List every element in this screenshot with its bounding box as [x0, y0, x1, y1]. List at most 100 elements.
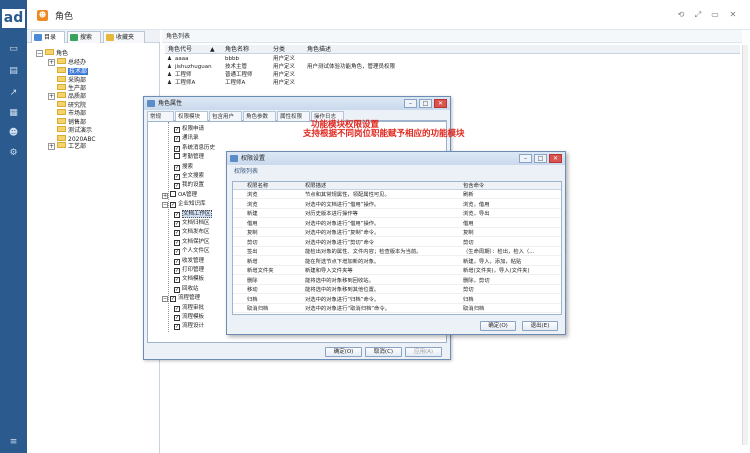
permission-node[interactable]: 文档归档区: [174, 219, 210, 227]
checkbox[interactable]: [174, 183, 180, 190]
ok-button[interactable]: 确定(O): [325, 347, 362, 357]
column-header-name[interactable]: 角色名称: [225, 45, 249, 54]
permission-node[interactable]: 个人文件区: [174, 247, 210, 256]
permission-row[interactable]: 删除 能将选中的对象移到回收站。 删除，剪切: [233, 277, 561, 285]
cancel-button[interactable]: 取消(C): [365, 347, 402, 357]
users-icon[interactable]: ☻: [7, 128, 20, 139]
table-row[interactable]: ♟ 工程师A 工程师A 用户定义: [165, 79, 740, 87]
permission-node[interactable]: 全文搜索: [174, 172, 204, 180]
checkbox[interactable]: [174, 221, 180, 227]
permission-row[interactable]: 取消归档 对选中的对象进行“取消归档”命令。 取消归档: [233, 305, 561, 313]
menu-icon[interactable]: ≡: [7, 437, 20, 448]
permission-node[interactable]: 搜索: [174, 163, 193, 171]
permission-node[interactable]: 文档发布区: [174, 228, 210, 237]
refresh-icon[interactable]: ⟲: [675, 9, 687, 21]
permission-row[interactable]: 复制 对选中的对象进行“复制”命令。 复制: [233, 229, 561, 237]
table-row[interactable]: ♟ 工程师 普通工程师 用户定义: [165, 71, 740, 79]
permission-node[interactable]: 流程审批: [174, 304, 204, 312]
checkbox[interactable]: [170, 190, 176, 197]
checkbox[interactable]: [174, 211, 180, 218]
checkbox[interactable]: [170, 202, 176, 209]
tab-0[interactable]: 常规: [147, 111, 174, 121]
gear-icon[interactable]: ⚙: [7, 148, 20, 159]
restore-icon[interactable]: ⤢: [692, 9, 704, 21]
vertical-scrollbar[interactable]: [742, 45, 748, 445]
maximize-icon[interactable]: ▭: [709, 9, 721, 21]
checkbox[interactable]: [174, 277, 180, 284]
permission-node[interactable]: 我的设置: [174, 181, 204, 190]
permission-node[interactable]: 流程模板: [174, 313, 204, 321]
checkbox[interactable]: [174, 258, 180, 265]
document-icon[interactable]: ▦: [7, 108, 20, 119]
tab-1[interactable]: 权限模块: [175, 111, 208, 121]
permission-node[interactable]: 系统消息历史: [174, 144, 215, 152]
checkbox[interactable]: [174, 249, 180, 256]
apply-button[interactable]: 应用(A): [405, 347, 442, 357]
checkbox[interactable]: [174, 174, 180, 180]
column-header-permission-desc[interactable]: 权限描述: [305, 182, 326, 190]
column-header-code[interactable]: 角色代号: [168, 45, 192, 54]
permission-node[interactable]: 打印管理: [174, 266, 204, 274]
close-button[interactable]: ✕: [549, 154, 562, 163]
permission-row[interactable]: 归档 对选中的对象进行“归档”命令。 归档: [233, 296, 561, 304]
exit-button[interactable]: 退出(E): [522, 321, 558, 331]
checkbox[interactable]: [174, 230, 180, 237]
book-icon[interactable]: ▤: [7, 66, 20, 77]
tree-root[interactable]: − 角色: [36, 49, 68, 58]
expand-toggle[interactable]: +: [48, 92, 55, 100]
monitor-icon[interactable]: ▭: [7, 44, 20, 55]
checkbox[interactable]: [174, 127, 180, 133]
table-row[interactable]: ♟ jishuzhuguan 技术主管 用户定义 用户测试体验功能角色，管理员权限: [165, 63, 740, 71]
permission-row[interactable]: 浏览 对选中的文档进行“借用”操作。 浏览，借用: [233, 201, 561, 209]
checkbox[interactable]: [174, 153, 180, 160]
tab-favorites[interactable]: 收藏夹: [103, 31, 145, 43]
permission-row[interactable]: 新增文件夹 新建和导入文件夹等 新增(文件夹)，导入(文件夹): [233, 267, 561, 275]
tab-3[interactable]: 角色参数: [243, 111, 276, 121]
tab-search[interactable]: 搜索: [67, 31, 101, 43]
checkbox[interactable]: [174, 239, 180, 246]
permission-row[interactable]: 签出 能检出对象的属性、文件内容；检查版本为当前。 （生命周期）：检出，检入（...: [233, 248, 561, 256]
chart-icon[interactable]: ↗: [7, 88, 20, 99]
permission-node[interactable]: 通讯录: [174, 134, 199, 143]
maximize-button[interactable]: □: [534, 154, 547, 163]
expand-toggle[interactable]: +: [48, 59, 55, 66]
close-icon[interactable]: ✕: [727, 9, 739, 21]
checkbox[interactable]: [174, 305, 180, 312]
permission-node[interactable]: 文档模板: [174, 275, 204, 284]
permission-row[interactable]: 借用 对选中的对象进行“借用”操作。 借用: [233, 220, 561, 228]
minimize-button[interactable]: –: [404, 99, 417, 108]
table-row[interactable]: ♟ aaaa bbbb 用户定义: [165, 55, 740, 63]
column-header-description[interactable]: 角色描述: [307, 45, 331, 54]
tree-item[interactable]: + 工艺部: [48, 142, 86, 151]
tab-directory[interactable]: 目录: [31, 31, 65, 43]
permission-node[interactable]: 回收站: [174, 285, 199, 293]
checkbox[interactable]: [174, 268, 180, 274]
permission-node[interactable]: 权限申请: [174, 125, 204, 133]
permission-row[interactable]: 移动 能将选中的对象移到其他位置。 剪切: [233, 286, 561, 294]
permission-node[interactable]: 文档保护区: [174, 238, 210, 246]
maximize-button[interactable]: □: [419, 99, 432, 108]
permission-node[interactable]: 流程设计: [174, 322, 204, 331]
column-header-commands[interactable]: 包含命令: [463, 182, 484, 190]
permission-row[interactable]: 新建 对历史版本进行操作等 浏览，导出: [233, 210, 561, 218]
minimize-button[interactable]: –: [519, 154, 532, 163]
checkbox[interactable]: [174, 136, 180, 143]
ok-button[interactable]: 确定(O): [480, 321, 516, 331]
close-button[interactable]: ✕: [434, 99, 447, 108]
permission-row[interactable]: 新增 能在所选节点下增加新的对象。 新建，导入，添加，粘贴: [233, 258, 561, 266]
permission-row[interactable]: 剪切 对选中的对象进行“剪切”命令 剪切: [233, 239, 561, 247]
permission-node[interactable]: 文档工作区: [174, 209, 212, 218]
checkbox[interactable]: [174, 145, 180, 152]
checkbox[interactable]: [174, 324, 180, 331]
checkbox[interactable]: [174, 286, 180, 293]
column-header-permission-name[interactable]: 权限名称: [247, 182, 268, 190]
permission-row[interactable]: 浏览 节点和其常规属性，领配属性可见。 刷新: [233, 191, 561, 199]
permission-node[interactable]: 考勤管理: [174, 153, 204, 161]
expand-toggle[interactable]: +: [48, 143, 55, 150]
permission-node[interactable]: 收发管理: [174, 257, 204, 265]
checkbox[interactable]: [174, 164, 180, 171]
column-header-category[interactable]: 分类: [273, 45, 285, 54]
tab-4[interactable]: 属性权限: [277, 111, 310, 121]
tab-2[interactable]: 包含用户: [209, 111, 242, 121]
checkbox[interactable]: [170, 296, 176, 303]
